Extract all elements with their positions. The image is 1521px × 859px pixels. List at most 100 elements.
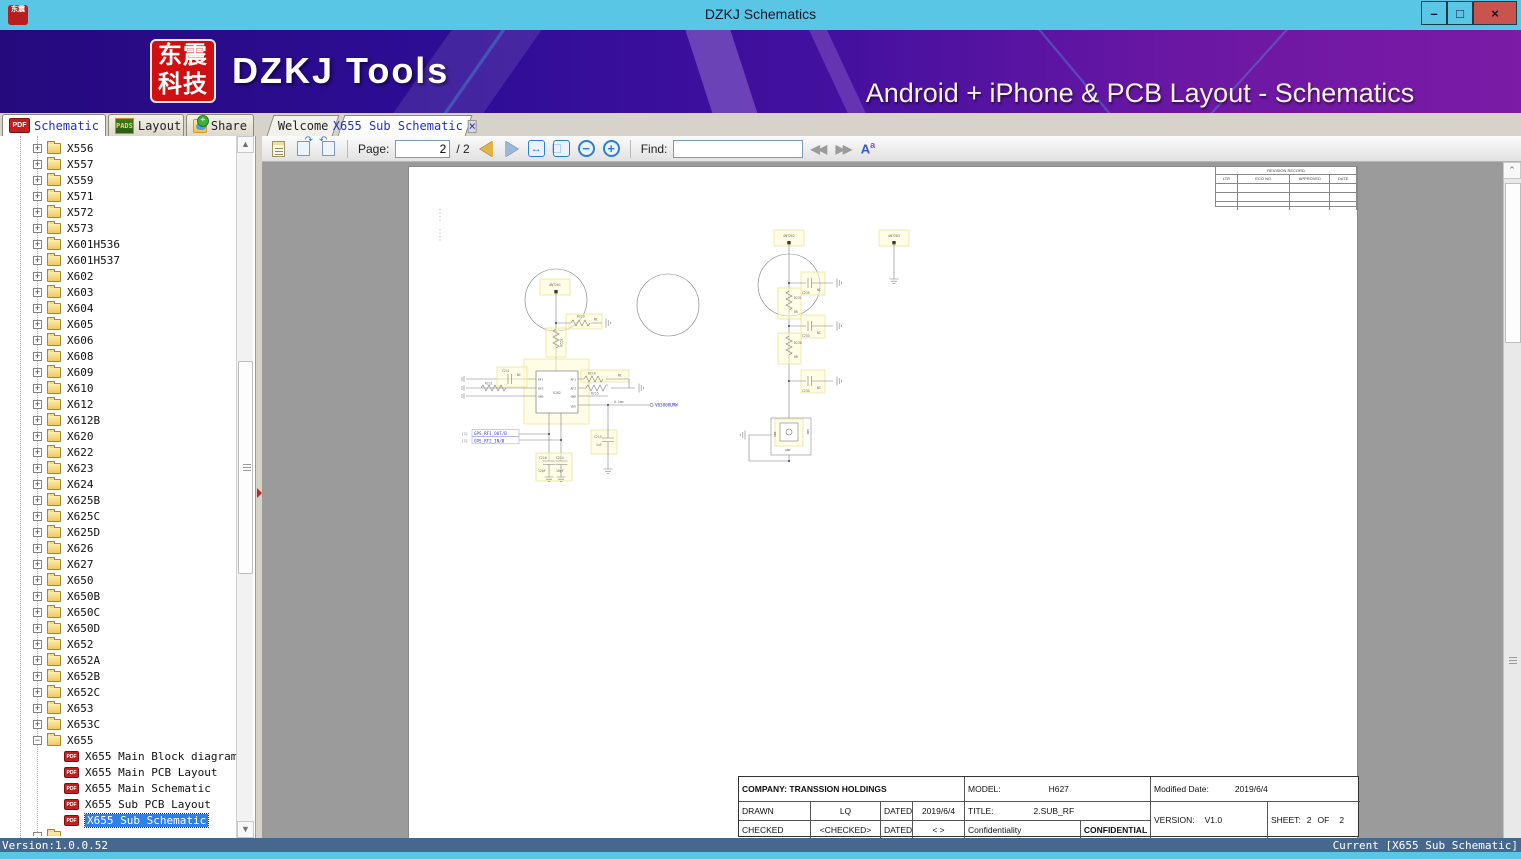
expand-toggle-icon[interactable]: + [33,367,42,377]
tree-folder-x626[interactable]: + X626 [0,540,236,556]
expand-toggle-icon[interactable]: + [33,175,42,185]
expand-toggle-icon[interactable]: + [33,575,42,585]
pdf-viewport[interactable]: REVISION RECORD LTR ECO NO. APPROVED DAT… [262,162,1503,838]
tree-folder-x627[interactable]: + X627 [0,556,236,572]
expand-toggle-icon[interactable]: + [33,719,42,729]
scroll-up-icon[interactable]: ▲ [237,136,254,153]
tree-folder-x602[interactable]: + X602 [0,268,236,284]
viewer-scrollbar-thumb[interactable] [1505,183,1521,343]
fit-page-button[interactable]: ⃞ [551,138,572,159]
expand-toggle-icon[interactable]: + [33,319,42,329]
expand-toggle-icon[interactable] [33,831,42,836]
expand-toggle-icon[interactable]: + [33,287,42,297]
tree-doc-x655-sub-schematic[interactable]: PDF X655 Sub Schematic [0,812,236,828]
tree-doc-x655-main-pcb-layout[interactable]: PDF X655 Main PCB Layout [0,764,236,780]
tree-scrollbar-thumb[interactable] [238,361,253,574]
tree-folder-x604[interactable]: + X604 [0,300,236,316]
tree-folder-x603[interactable]: + X603 [0,284,236,300]
expand-toggle-icon[interactable]: + [33,271,42,281]
scroll-up-icon[interactable]: ⌃ [1503,162,1521,179]
tree-folder-x601h537[interactable]: + X601H537 [0,252,236,268]
expand-toggle-icon[interactable]: + [33,671,42,681]
tree-folder-x653[interactable]: + X653 [0,700,236,716]
doc-tab-close-icon[interactable]: × [467,119,477,133]
match-case-button[interactable]: Aa [857,138,878,159]
expand-toggle-icon[interactable]: + [33,591,42,601]
tree-folder-x622[interactable]: + X622 [0,444,236,460]
tree-folder-x652c[interactable]: + X652C [0,684,236,700]
tree-folder-x650d[interactable]: + X650D [0,620,236,636]
expand-toggle-icon[interactable]: + [33,607,42,617]
scroll-down-icon[interactable]: ▼ [237,821,254,838]
find-input[interactable] [673,139,804,158]
zoom-in-button[interactable]: + [601,138,622,159]
expand-toggle-icon[interactable]: + [33,191,42,201]
tree-folder-x625b[interactable]: + X625B [0,492,236,508]
expand-toggle-icon[interactable]: + [33,511,42,521]
find-next-button[interactable]: ▶▶ [832,138,853,159]
rotate-ccw-button[interactable] [318,135,339,159]
tree-folder-x650[interactable]: + X650 [0,572,236,588]
tree-doc-x655-sub-pcb-layout[interactable]: PDF X655 Sub PCB Layout [0,796,236,812]
tree-folder-x571[interactable]: + X571 [0,188,236,204]
expand-toggle-icon[interactable]: + [33,207,42,217]
close-button[interactable]: × [1473,1,1517,25]
rotate-cw-button[interactable] [293,135,314,159]
tree-folder-x610[interactable]: + X610 [0,380,236,396]
expand-toggle-icon[interactable]: + [33,687,42,697]
folder-tree[interactable]: + X556 + X557 + X559 + X571 + X572 + X573 + X601H536 +… [0,140,236,836]
copy-page-button[interactable] [268,138,289,159]
tree-folder-x652a[interactable]: + X652A [0,652,236,668]
expand-toggle-icon[interactable]: + [33,159,42,169]
tree-folder-x623[interactable]: + X623 [0,460,236,476]
tree-doc-x655-main-schematic[interactable]: PDF X655 Main Schematic [0,780,236,796]
tab-share[interactable]: Share [186,114,254,136]
zoom-out-button[interactable]: − [576,138,597,159]
tree-folder-x572[interactable]: + X572 [0,204,236,220]
tree-folder-x556[interactable]: + X556 [0,140,236,156]
viewer-scrollbar[interactable]: ⌃ [1503,162,1521,838]
tree-folder-x557[interactable]: + X557 [0,156,236,172]
tree-folder-x573[interactable]: + X573 [0,220,236,236]
tree-folder-x612[interactable]: + X612 [0,396,236,412]
minimize-button[interactable]: – [1421,1,1447,25]
tree-folder-x625c[interactable]: + X625C [0,508,236,524]
expand-toggle-icon[interactable]: + [33,383,42,393]
expand-toggle-icon[interactable]: + [33,143,42,153]
tree-doc-x655-main-block-diagram[interactable]: PDF X655 Main Block diagram [0,748,236,764]
expand-toggle-icon[interactable]: + [33,543,42,553]
expand-toggle-icon[interactable]: + [33,479,42,489]
prev-page-button[interactable] [476,138,497,159]
expand-toggle-icon[interactable]: + [33,527,42,537]
expand-toggle-icon[interactable]: + [33,639,42,649]
tree-folder-x650c[interactable]: + X650C [0,604,236,620]
tree-folder-x608[interactable]: + X608 [0,348,236,364]
tree-folder-partial[interactable] [0,828,236,836]
next-page-button[interactable] [501,138,522,159]
tree-folder-x612b[interactable]: + X612B [0,412,236,428]
maximize-button[interactable]: □ [1447,1,1473,25]
expand-toggle-icon[interactable]: + [33,447,42,457]
tree-folder-x652b[interactable]: + X652B [0,668,236,684]
tree-folder-x620[interactable]: + X620 [0,428,236,444]
expand-toggle-icon[interactable]: + [33,335,42,345]
tab-schematic[interactable]: PDF Schematic [2,114,106,136]
collapse-toggle-icon[interactable]: − [33,735,42,745]
tree-folder-x650b[interactable]: + X650B [0,588,236,604]
expand-toggle-icon[interactable]: + [33,623,42,633]
expand-toggle-icon[interactable]: + [33,559,42,569]
find-previous-button[interactable]: ◀◀ [807,138,828,159]
expand-toggle-icon[interactable]: + [33,495,42,505]
tree-folder-x652[interactable]: + X652 [0,636,236,652]
expand-toggle-icon[interactable]: + [33,303,42,313]
tree-folder-x559[interactable]: + X559 [0,172,236,188]
expand-toggle-icon[interactable]: + [33,223,42,233]
tree-folder-x655[interactable]: − X655 [0,732,236,748]
expand-toggle-icon[interactable]: + [33,399,42,409]
expand-toggle-icon[interactable]: + [33,431,42,441]
expand-toggle-icon[interactable]: + [33,415,42,425]
expand-toggle-icon[interactable]: + [33,655,42,665]
expand-toggle-icon[interactable]: + [33,255,42,265]
doc-tab-welcome[interactable]: Welcome [266,115,340,136]
expand-toggle-icon[interactable]: + [33,703,42,713]
